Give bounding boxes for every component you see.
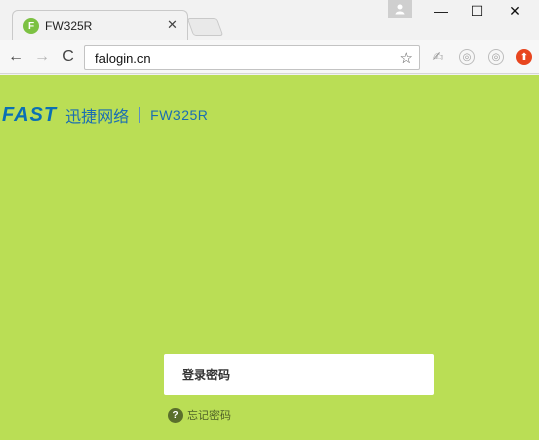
extension-pen-icon[interactable]: ✍ — [430, 49, 446, 65]
company-name: 迅捷网络 — [65, 109, 130, 126]
reload-button[interactable]: C — [58, 46, 78, 68]
tab-close-icon[interactable]: ✕ — [167, 17, 178, 33]
fast-logo: FAST — [2, 103, 58, 126]
minimize-button[interactable]: — — [423, 0, 459, 22]
forgot-password-label[interactable]: 忘记密码 — [187, 407, 231, 423]
password-field-container — [164, 354, 434, 395]
router-model: FW325R — [150, 107, 209, 123]
tab-title: FW325R — [45, 19, 93, 33]
router-login-page: FAST 迅捷网络 FW325R ? 忘记密码 — [0, 75, 539, 440]
browser-tab[interactable]: F FW325R ✕ — [12, 10, 188, 40]
help-question-icon: ? — [168, 407, 183, 423]
extension-circle-icon[interactable]: ◎ — [459, 49, 475, 65]
brand-header: FAST 迅捷网络 FW325R — [2, 103, 209, 127]
forgot-password-link[interactable]: ? 忘记密码 — [168, 407, 231, 423]
login-password-input[interactable] — [164, 354, 434, 395]
forward-button[interactable]: → — [32, 46, 52, 68]
back-button[interactable]: ← — [6, 46, 26, 68]
extension-circle-icon-2[interactable]: ◎ — [488, 49, 504, 65]
maximize-button[interactable]: ☐ — [459, 0, 495, 22]
address-bar[interactable]: falogin.cn ☆ — [84, 45, 420, 70]
brand-divider — [139, 107, 141, 123]
site-favicon-icon: F — [23, 18, 39, 34]
new-tab-button[interactable] — [186, 18, 224, 36]
browser-toolbar: ← → C falogin.cn ☆ ✍ ◎ ◎ ⬆ — [0, 40, 539, 74]
close-window-button[interactable]: ✕ — [497, 0, 533, 22]
tab-strip: F FW325R ✕ — ☐ ✕ — [0, 0, 539, 40]
bookmark-star-icon[interactable]: ☆ — [400, 49, 413, 67]
address-bar-url[interactable]: falogin.cn — [95, 51, 151, 66]
extension-update-icon[interactable]: ⬆ — [516, 49, 532, 65]
user-profile-icon[interactable] — [388, 0, 412, 18]
